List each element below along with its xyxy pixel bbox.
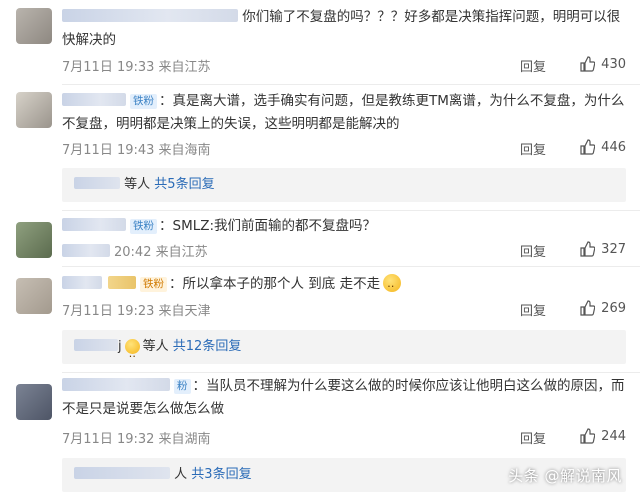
like-button[interactable]: 269 xyxy=(579,300,626,316)
thumb-up-icon xyxy=(580,428,596,444)
fan-badge: 铁粉 xyxy=(140,277,167,292)
sub-replies-initial: j xyxy=(118,339,122,354)
like-count: 446 xyxy=(601,139,626,155)
comment-body: 你们输了不复盘的吗？？？好多都是决策指挥问题，明明可以很快解决的 xyxy=(62,6,626,52)
comment-body: 粉：当队员不理解为什么要这么做的时候你应该让他明白这么做的原因，而不是只是说要怎… xyxy=(62,375,626,421)
reply-button[interactable]: 回复 xyxy=(520,300,546,319)
fan-badge: 铁粉 xyxy=(130,94,157,109)
username-blurred[interactable] xyxy=(62,276,102,289)
comment-time: 7月11日 19:33 来自江苏 xyxy=(62,60,211,75)
reply-users-blurred xyxy=(74,177,120,189)
comment-time: 20:42 来自江苏 xyxy=(114,245,208,260)
comment-time: 7月11日 19:43 来自海南 xyxy=(62,143,211,158)
comment-body: 铁粉 ：真是离大谱，选手确实有问题，但是教练更TM离谱，为什么不复盘，为什么不复盘… xyxy=(62,90,626,136)
like-button[interactable]: 327 xyxy=(579,241,626,257)
like-count: 327 xyxy=(601,241,626,257)
fan-badge: 粉 xyxy=(174,379,191,394)
emoji-avatar-icon xyxy=(124,337,140,371)
username-blurred[interactable] xyxy=(62,378,170,391)
comment-body: 铁粉 ：所以拿本子的那个人 到底 走不走 xyxy=(62,272,626,296)
reply-button[interactable]: 回复 xyxy=(520,139,546,158)
sub-replies-link[interactable]: 共12条回复 xyxy=(173,339,242,354)
like-count: 269 xyxy=(601,300,626,316)
thumb-up-icon xyxy=(580,300,596,316)
sub-replies-box[interactable]: j 等人 共12条回复 xyxy=(62,330,626,371)
divider xyxy=(62,210,640,211)
comment-time: 7月11日 19:32 来自湖南 xyxy=(62,432,211,447)
vip-icon xyxy=(108,276,136,289)
like-button[interactable]: 430 xyxy=(579,56,626,72)
comment-time: 7月11日 19:23 来自天津 xyxy=(62,304,211,319)
reply-button[interactable]: 回复 xyxy=(520,241,546,260)
sub-replies-box[interactable]: 等人 共5条回复 xyxy=(62,168,626,202)
comment-body: 铁粉 ：SMLZ:我们前面输的都不复盘吗？ xyxy=(62,215,626,238)
like-button[interactable]: 446 xyxy=(579,139,626,155)
sub-replies-prefix: 等人 xyxy=(124,177,151,192)
sub-replies-link[interactable]: 共5条回复 xyxy=(154,177,214,192)
reply-users-blurred xyxy=(74,339,118,351)
reply-button[interactable]: 回复 xyxy=(520,428,546,447)
sub-replies-prefix: 等人 xyxy=(142,339,169,354)
comment-text: ：所以拿本子的那个人 到底 走不走 xyxy=(169,276,381,292)
fan-badge: 铁粉 xyxy=(130,219,157,234)
date-blurred xyxy=(62,244,110,257)
sub-replies-prefix: 人 xyxy=(174,467,188,482)
username-blurred[interactable] xyxy=(62,93,126,106)
avatar[interactable] xyxy=(16,92,52,128)
comment-meta: 7月11日 19:23 来自天津 回复 269 xyxy=(62,300,626,320)
divider xyxy=(62,266,640,267)
avatar[interactable] xyxy=(16,278,52,314)
avatar[interactable] xyxy=(16,222,52,258)
comment-meta: 7月11日 19:33 来自江苏 回复 430 xyxy=(62,56,626,76)
like-button[interactable]: 244 xyxy=(579,428,626,444)
reply-users-blurred xyxy=(74,467,170,479)
sub-replies-link[interactable]: 共3条回复 xyxy=(191,467,251,482)
smiley-emoji-icon xyxy=(383,272,402,295)
username-blurred[interactable] xyxy=(62,9,238,22)
watermark: 头条 @解说南风 xyxy=(508,467,622,485)
avatar[interactable] xyxy=(16,384,52,420)
avatar[interactable] xyxy=(16,8,52,44)
divider xyxy=(62,372,640,373)
thumb-up-icon xyxy=(580,241,596,257)
thumb-up-icon xyxy=(580,56,596,72)
comment-meta: 20:42 来自江苏 回复 327 xyxy=(62,241,626,261)
thumb-up-icon xyxy=(580,139,596,155)
reply-button[interactable]: 回复 xyxy=(520,56,546,75)
divider xyxy=(62,84,640,85)
like-count: 244 xyxy=(601,428,626,444)
like-count: 430 xyxy=(601,56,626,72)
comment-meta: 7月11日 19:43 来自海南 回复 446 xyxy=(62,139,626,159)
comment-meta: 7月11日 19:32 来自湖南 回复 244 xyxy=(62,428,626,448)
username-blurred[interactable] xyxy=(62,218,126,231)
comment-text: ：SMLZ:我们前面输的都不复盘吗？ xyxy=(159,218,377,234)
